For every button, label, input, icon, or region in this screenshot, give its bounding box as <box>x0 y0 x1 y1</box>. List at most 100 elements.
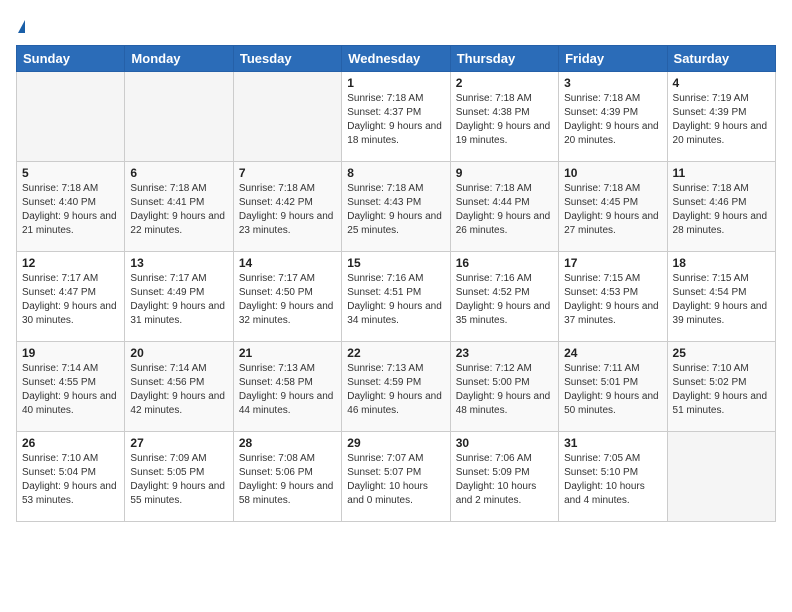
calendar-week-row: 5 Sunrise: 7:18 AMSunset: 4:40 PMDaylight… <box>17 162 776 252</box>
calendar-cell <box>17 72 125 162</box>
calendar-week-row: 19Sunrise: 7:14 AMSunset: 4:55 PMDayligh… <box>17 342 776 432</box>
weekday-header: Tuesday <box>233 46 341 72</box>
day-number: 31 <box>564 436 661 450</box>
calendar-cell <box>125 72 233 162</box>
day-number: 20 <box>130 346 227 360</box>
day-info: Sunrise: 7:18 AMSunset: 4:41 PMDaylight:… <box>130 182 227 238</box>
calendar-cell: 17 Sunrise: 7:15 AMSunset: 4:53 PMDayligh… <box>559 252 667 342</box>
day-info: Sunrise: 7:16 AMSunset: 4:51 PMDaylight:… <box>347 272 444 328</box>
day-number: 22 <box>347 346 444 360</box>
day-info: Sunrise: 7:07 AMSunset: 5:07 PMDaylight:… <box>347 452 444 508</box>
day-info: Sunrise: 7:11 AMSunset: 5:01 PMDaylight:… <box>564 362 661 418</box>
calendar-cell: 27Sunrise: 7:09 AMSunset: 5:05 PMDayligh… <box>125 432 233 522</box>
weekday-header: Saturday <box>667 46 775 72</box>
calendar-cell: 31 Sunrise: 7:05 AMSunset: 5:10 PMDayligh… <box>559 432 667 522</box>
calendar-cell: 13 Sunrise: 7:17 AMSunset: 4:49 PMDayligh… <box>125 252 233 342</box>
calendar-cell: 19Sunrise: 7:14 AMSunset: 4:55 PMDayligh… <box>17 342 125 432</box>
day-info: Sunrise: 7:18 AMSunset: 4:39 PMDaylight:… <box>564 92 661 148</box>
day-info: Sunrise: 7:18 AMSunset: 4:43 PMDaylight:… <box>347 182 444 238</box>
day-number: 21 <box>239 346 336 360</box>
day-info: Sunrise: 7:06 AMSunset: 5:09 PMDaylight:… <box>456 452 553 508</box>
day-number: 24 <box>564 346 661 360</box>
weekday-header-row: SundayMondayTuesdayWednesdayThursdayFrid… <box>17 46 776 72</box>
weekday-header: Sunday <box>17 46 125 72</box>
day-number: 5 <box>22 166 119 180</box>
day-info: Sunrise: 7:13 AMSunset: 4:59 PMDaylight:… <box>347 362 444 418</box>
calendar-cell: 22 Sunrise: 7:13 AMSunset: 4:59 PMDayligh… <box>342 342 450 432</box>
day-info: Sunrise: 7:12 AMSunset: 5:00 PMDaylight:… <box>456 362 553 418</box>
day-info: Sunrise: 7:18 AMSunset: 4:42 PMDaylight:… <box>239 182 336 238</box>
day-number: 7 <box>239 166 336 180</box>
calendar-week-row: 12Sunrise: 7:17 AMSunset: 4:47 PMDayligh… <box>17 252 776 342</box>
calendar-cell <box>233 72 341 162</box>
day-number: 2 <box>456 76 553 90</box>
weekday-header: Thursday <box>450 46 558 72</box>
calendar-cell: 15 Sunrise: 7:16 AMSunset: 4:51 PMDayligh… <box>342 252 450 342</box>
calendar-cell: 20 Sunrise: 7:14 AMSunset: 4:56 PMDayligh… <box>125 342 233 432</box>
calendar-cell: 5 Sunrise: 7:18 AMSunset: 4:40 PMDaylight… <box>17 162 125 252</box>
calendar-week-row: 26 Sunrise: 7:10 AMSunset: 5:04 PMDayligh… <box>17 432 776 522</box>
calendar-cell: 3 Sunrise: 7:18 AMSunset: 4:39 PMDaylight… <box>559 72 667 162</box>
day-number: 6 <box>130 166 227 180</box>
day-info: Sunrise: 7:17 AMSunset: 4:49 PMDaylight:… <box>130 272 227 328</box>
day-number: 13 <box>130 256 227 270</box>
day-number: 17 <box>564 256 661 270</box>
calendar-cell: 11 Sunrise: 7:18 AMSunset: 4:46 PMDayligh… <box>667 162 775 252</box>
calendar-cell: 25 Sunrise: 7:10 AMSunset: 5:02 PMDayligh… <box>667 342 775 432</box>
day-info: Sunrise: 7:10 AMSunset: 5:04 PMDaylight:… <box>22 452 119 508</box>
day-info: Sunrise: 7:18 AMSunset: 4:46 PMDaylight:… <box>673 182 770 238</box>
logo <box>16 16 25 35</box>
weekday-header: Monday <box>125 46 233 72</box>
calendar-cell: 24 Sunrise: 7:11 AMSunset: 5:01 PMDayligh… <box>559 342 667 432</box>
day-info: Sunrise: 7:16 AMSunset: 4:52 PMDaylight:… <box>456 272 553 328</box>
day-number: 4 <box>673 76 770 90</box>
calendar-cell: 14 Sunrise: 7:17 AMSunset: 4:50 PMDayligh… <box>233 252 341 342</box>
day-number: 16 <box>456 256 553 270</box>
calendar-cell: 9 Sunrise: 7:18 AMSunset: 4:44 PMDaylight… <box>450 162 558 252</box>
day-number: 30 <box>456 436 553 450</box>
day-info: Sunrise: 7:15 AMSunset: 4:54 PMDaylight:… <box>673 272 770 328</box>
calendar-table: SundayMondayTuesdayWednesdayThursdayFrid… <box>16 45 776 522</box>
day-info: Sunrise: 7:18 AMSunset: 4:37 PMDaylight:… <box>347 92 444 148</box>
page-header <box>16 16 776 35</box>
calendar-cell: 29 Sunrise: 7:07 AMSunset: 5:07 PMDayligh… <box>342 432 450 522</box>
day-number: 10 <box>564 166 661 180</box>
calendar-cell: 12Sunrise: 7:17 AMSunset: 4:47 PMDayligh… <box>17 252 125 342</box>
day-info: Sunrise: 7:05 AMSunset: 5:10 PMDaylight:… <box>564 452 661 508</box>
day-number: 3 <box>564 76 661 90</box>
day-info: Sunrise: 7:13 AMSunset: 4:58 PMDaylight:… <box>239 362 336 418</box>
day-info: Sunrise: 7:18 AMSunset: 4:38 PMDaylight:… <box>456 92 553 148</box>
day-info: Sunrise: 7:18 AMSunset: 4:40 PMDaylight:… <box>22 182 119 238</box>
calendar-cell: 1 Sunrise: 7:18 AMSunset: 4:37 PMDaylight… <box>342 72 450 162</box>
day-number: 14 <box>239 256 336 270</box>
day-info: Sunrise: 7:18 AMSunset: 4:44 PMDaylight:… <box>456 182 553 238</box>
calendar-cell: 4Sunrise: 7:19 AMSunset: 4:39 PMDaylight… <box>667 72 775 162</box>
calendar-cell: 23Sunrise: 7:12 AMSunset: 5:00 PMDayligh… <box>450 342 558 432</box>
day-number: 19 <box>22 346 119 360</box>
day-number: 15 <box>347 256 444 270</box>
day-number: 27 <box>130 436 227 450</box>
day-info: Sunrise: 7:17 AMSunset: 4:47 PMDaylight:… <box>22 272 119 328</box>
day-number: 8 <box>347 166 444 180</box>
calendar-cell: 21 Sunrise: 7:13 AMSunset: 4:58 PMDayligh… <box>233 342 341 432</box>
day-number: 26 <box>22 436 119 450</box>
calendar-cell: 7 Sunrise: 7:18 AMSunset: 4:42 PMDaylight… <box>233 162 341 252</box>
calendar-cell: 28 Sunrise: 7:08 AMSunset: 5:06 PMDayligh… <box>233 432 341 522</box>
calendar-cell: 10Sunrise: 7:18 AMSunset: 4:45 PMDayligh… <box>559 162 667 252</box>
day-number: 9 <box>456 166 553 180</box>
day-info: Sunrise: 7:15 AMSunset: 4:53 PMDaylight:… <box>564 272 661 328</box>
logo-triangle-icon <box>18 20 25 33</box>
calendar-cell: 8 Sunrise: 7:18 AMSunset: 4:43 PMDaylight… <box>342 162 450 252</box>
day-number: 29 <box>347 436 444 450</box>
day-number: 1 <box>347 76 444 90</box>
calendar-week-row: 1 Sunrise: 7:18 AMSunset: 4:37 PMDaylight… <box>17 72 776 162</box>
calendar-cell: 26 Sunrise: 7:10 AMSunset: 5:04 PMDayligh… <box>17 432 125 522</box>
day-info: Sunrise: 7:08 AMSunset: 5:06 PMDaylight:… <box>239 452 336 508</box>
day-info: Sunrise: 7:10 AMSunset: 5:02 PMDaylight:… <box>673 362 770 418</box>
day-number: 11 <box>673 166 770 180</box>
day-number: 28 <box>239 436 336 450</box>
day-number: 25 <box>673 346 770 360</box>
calendar-cell: 16 Sunrise: 7:16 AMSunset: 4:52 PMDayligh… <box>450 252 558 342</box>
day-info: Sunrise: 7:17 AMSunset: 4:50 PMDaylight:… <box>239 272 336 328</box>
day-info: Sunrise: 7:14 AMSunset: 4:56 PMDaylight:… <box>130 362 227 418</box>
